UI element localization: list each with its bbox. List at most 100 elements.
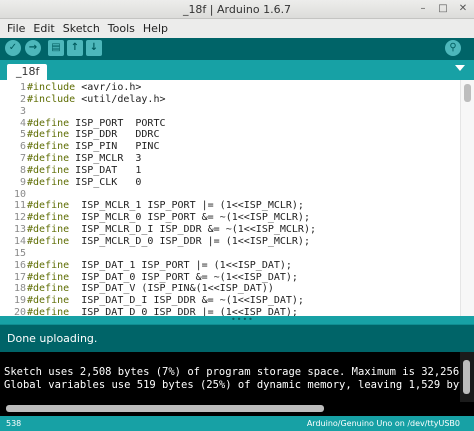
console-hscroll-thumb[interactable]	[6, 405, 324, 412]
code-line[interactable]	[27, 189, 316, 201]
code-line[interactable]	[27, 248, 316, 260]
line-number: 13	[13, 224, 26, 236]
code-line[interactable]: #define ISP_CLK 0	[27, 177, 316, 189]
board-port-label: Arduino/Genuino Uno on /dev/ttyUSB0	[306, 419, 460, 428]
code-line[interactable]: #define ISP_MCLR_0 ISP_PORT &= ~(1<<ISP_…	[27, 212, 316, 224]
menu-sketch[interactable]: Sketch	[59, 22, 104, 35]
code-line[interactable]: #define ISP_DAT_1 ISP_PORT |= (1<<ISP_DA…	[27, 260, 316, 272]
code-text-segment: ISP_CLK 0	[69, 176, 142, 188]
console-line: Global variables use 519 bytes (25%) of …	[4, 379, 474, 391]
editor-vertical-scrollbar[interactable]	[460, 80, 474, 316]
line-number: 20	[13, 307, 26, 316]
status-message: Done uploading.	[7, 332, 98, 345]
menu-help[interactable]: Help	[139, 22, 172, 35]
line-number: 6	[19, 141, 26, 153]
line-number: 4	[19, 117, 26, 129]
code-text-segment: ISP_DAT_V (ISP_PIN&(1<<ISP_DAT))	[69, 283, 274, 295]
code-line[interactable]: #define ISP_DDR DDRC	[27, 129, 316, 141]
code-text-segment: ISP_MCLR_D_0 ISP_DDR |= (1<<ISP_MCLR);	[69, 235, 310, 247]
window-title: _18f | Arduino 1.6.7	[182, 3, 292, 16]
line-number: 17	[13, 271, 26, 283]
code-line[interactable]: #define ISP_DAT_0 ISP_PORT &= ~(1<<ISP_D…	[27, 272, 316, 284]
check-icon: ✓	[8, 42, 18, 53]
code-line[interactable]: #define ISP_MCLR_D_0 ISP_DDR |= (1<<ISP_…	[27, 236, 316, 248]
line-number: 19	[13, 295, 26, 307]
verify-button[interactable]: ✓	[5, 40, 21, 56]
code-line[interactable]: #define ISP_MCLR_D_I ISP_DDR &= ~(1<<ISP…	[27, 224, 316, 236]
code-keyword: #define	[27, 176, 70, 188]
panel-divider[interactable]: ••••	[0, 316, 474, 325]
line-number: 8	[19, 164, 26, 176]
code-line[interactable]: #include <avr/io.h>	[27, 82, 316, 94]
new-button[interactable]: ▤	[48, 40, 64, 56]
line-number: 1	[19, 82, 26, 93]
new-file-icon: ▤	[51, 42, 61, 53]
code-line[interactable]: #include <util/delay.h>	[27, 94, 316, 106]
tab-menu-icon[interactable]	[455, 65, 465, 71]
serial-monitor-button[interactable]: ⚲	[445, 40, 461, 56]
tab-sketch[interactable]: _18f	[7, 64, 47, 80]
menu-bar: File Edit Sketch Tools Help	[0, 19, 474, 38]
code-editor[interactable]: 123456789101112131415161718192021 #inclu…	[0, 80, 474, 316]
upload-button[interactable]: →	[25, 40, 41, 56]
divider-grip-icon[interactable]: ••••	[231, 316, 254, 324]
code-keyword: #include	[27, 82, 76, 93]
code-text-segment: ISP_DDR DDRC	[69, 129, 160, 141]
code-text-segment: ISP_DAT 1	[69, 164, 142, 176]
maximize-button[interactable]: □	[436, 2, 450, 16]
line-number: 3	[19, 105, 26, 117]
console-line: Sketch uses 2,508 bytes (7%) of program …	[4, 366, 474, 378]
code-keyword: #define	[27, 271, 70, 283]
code-text-segment: ISP_DAT_1 ISP_PORT |= (1<<ISP_DAT);	[69, 259, 292, 271]
code-keyword: #define	[27, 295, 70, 307]
console-horizontal-scrollbar[interactable]	[0, 402, 474, 416]
close-button[interactable]: ✕	[456, 2, 470, 16]
code-keyword: #define	[27, 283, 70, 295]
menu-tools[interactable]: Tools	[104, 22, 139, 35]
line-indicator: 538	[6, 419, 22, 428]
code-text-segment: <avr/io.h>	[75, 82, 142, 93]
line-number: 18	[13, 283, 26, 295]
code-text-segment: ISP_DAT_D_I ISP_DDR &= ~(1<<ISP_DAT);	[69, 295, 304, 307]
code-line[interactable]	[27, 106, 316, 118]
open-button[interactable]: ↑	[67, 40, 83, 56]
code-text-segment: ISP_MCLR 3	[69, 153, 142, 165]
code-keyword: #define	[27, 200, 70, 212]
line-number: 9	[19, 176, 26, 188]
code-line[interactable]: #define ISP_DAT_D_I ISP_DDR &= ~(1<<ISP_…	[27, 295, 316, 307]
code-keyword: #define	[27, 129, 70, 141]
code-text-segment: ISP_DAT_D_0 ISP_DDR |= (1<<ISP_DAT);	[69, 307, 298, 316]
code-keyword: #define	[27, 235, 70, 247]
menu-file[interactable]: File	[3, 22, 29, 35]
arrow-down-icon: ↓	[89, 42, 99, 53]
code-text-segment: ISP_PIN PINC	[69, 141, 160, 153]
line-number-gutter: 123456789101112131415161718192021	[0, 82, 26, 316]
save-button[interactable]: ↓	[86, 40, 102, 56]
code-text-segment: ISP_MCLR_1 ISP_PORT |= (1<<ISP_MCLR);	[69, 200, 304, 212]
console-vertical-scrollbar[interactable]	[460, 352, 474, 402]
code-text[interactable]: #include <avr/io.h> #include <util/delay.…	[27, 82, 316, 316]
code-line[interactable]: #define ISP_PORT PORTC	[27, 118, 316, 130]
console-output[interactable]: Sketch uses 2,508 bytes (7%) of program …	[0, 352, 474, 402]
code-line[interactable]: #define ISP_DAT_V (ISP_PIN&(1<<ISP_DAT))	[27, 283, 316, 295]
code-line[interactable]: #define ISP_DAT_D_0 ISP_DDR |= (1<<ISP_D…	[27, 307, 316, 316]
editor-scroll-thumb[interactable]	[464, 84, 471, 102]
console-scroll-thumb[interactable]	[463, 360, 470, 394]
code-text-segment: ISP_MCLR_D_I ISP_DDR &= ~(1<<ISP_MCLR);	[69, 224, 316, 236]
code-keyword: #define	[27, 117, 70, 129]
code-line[interactable]: #define ISP_MCLR 3	[27, 153, 316, 165]
window-titlebar[interactable]: _18f | Arduino 1.6.7 – □ ✕	[0, 0, 474, 19]
code-text-segment: ISP_DAT_0 ISP_PORT &= ~(1<<ISP_DAT);	[69, 271, 298, 283]
minimize-button[interactable]: –	[416, 2, 430, 16]
toolbar: ✓ → ▤ ↑ ↓ ⚲	[0, 38, 474, 60]
code-keyword: #define	[27, 164, 70, 176]
line-number: 2	[19, 93, 26, 105]
code-line[interactable]: #define ISP_MCLR_1 ISP_PORT |= (1<<ISP_M…	[27, 200, 316, 212]
arrow-right-icon: →	[28, 42, 38, 53]
code-keyword: #define	[27, 307, 70, 316]
code-line[interactable]: #define ISP_PIN PINC	[27, 141, 316, 153]
code-text-segment: ISP_MCLR_0 ISP_PORT &= ~(1<<ISP_MCLR);	[69, 212, 310, 224]
code-line[interactable]: #define ISP_DAT 1	[27, 165, 316, 177]
menu-edit[interactable]: Edit	[29, 22, 58, 35]
line-number: 10	[13, 188, 26, 200]
